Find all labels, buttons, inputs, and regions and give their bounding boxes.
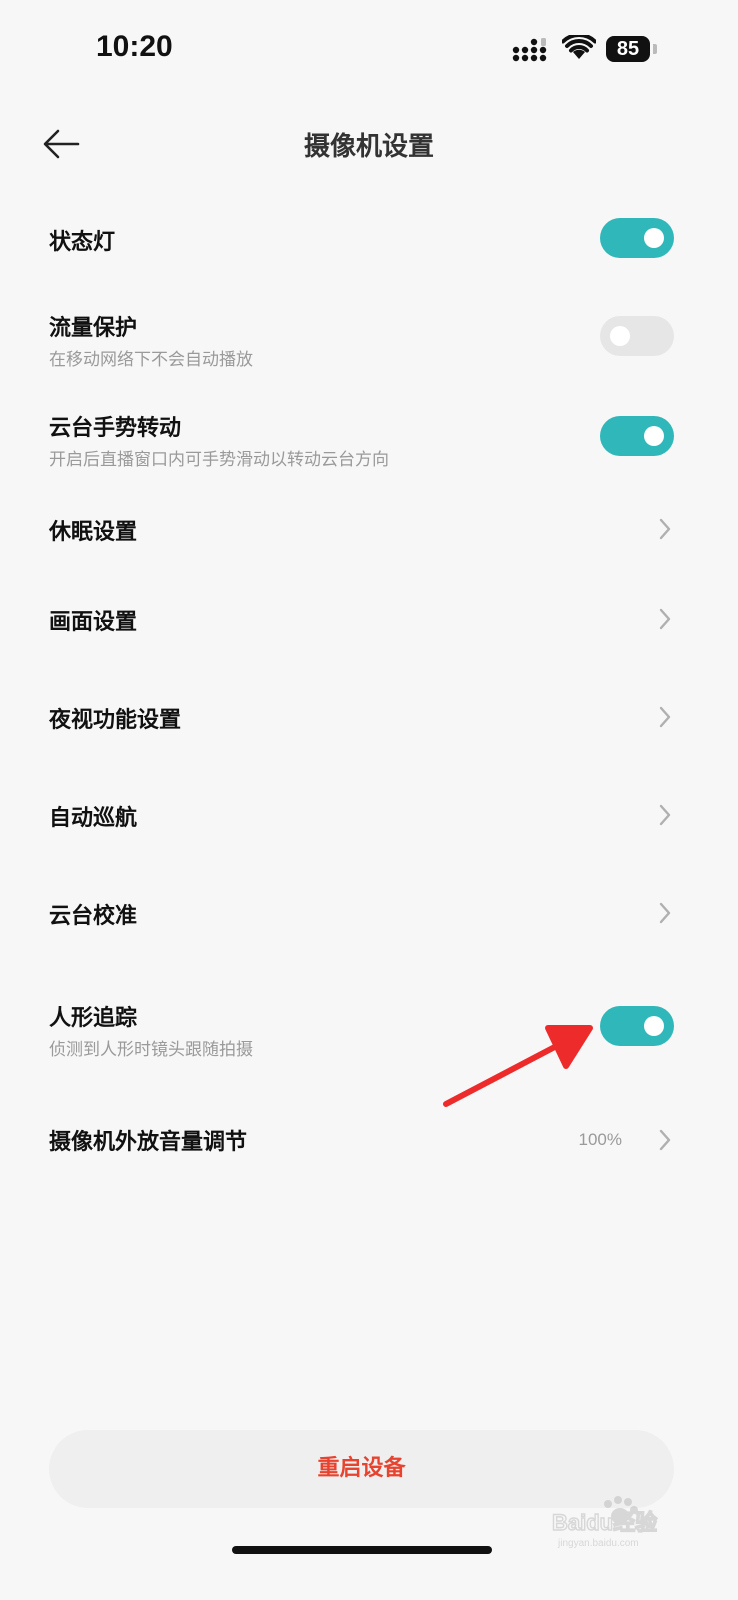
toggle-knob — [644, 228, 664, 248]
watermark-text: Baidu经验 — [552, 1510, 657, 1535]
setting-subtitle: 在移动网络下不会自动播放 — [49, 350, 253, 370]
setting-subtitle: 开启后直播窗口内可手势滑动以转动云台方向 — [49, 450, 389, 470]
human-tracking-toggle[interactable] — [600, 1006, 674, 1046]
setting-subtitle: 侦测到人形时镜头跟随拍摄 — [49, 1040, 253, 1060]
wifi-icon — [562, 35, 596, 59]
battery-level: 85 — [606, 36, 650, 62]
chevron-right-icon — [659, 706, 671, 728]
watermark-url: jingyan.baidu.com — [557, 1538, 639, 1549]
setting-row-gimbal-gesture[interactable]: 云台手势转动 开启后直播窗口内可手势滑动以转动云台方向 — [0, 400, 738, 480]
setting-row-auto-cruise[interactable]: 自动巡航 — [0, 786, 738, 846]
setting-title: 状态灯 — [49, 230, 116, 255]
setting-title: 人形追踪 — [49, 1006, 138, 1031]
setting-row-night-vision[interactable]: 夜视功能设置 — [0, 688, 738, 748]
setting-row-data-protection[interactable]: 流量保护 在移动网络下不会自动播放 — [0, 300, 738, 380]
toggle-knob — [644, 1016, 664, 1036]
setting-row-status-light[interactable]: 状态灯 — [0, 210, 738, 270]
baidu-jingyan-watermark: Baidu经验 jingyan.baidu.com — [551, 1496, 658, 1549]
volume-value: 100% — [578, 1130, 622, 1149]
chevron-right-icon — [659, 518, 671, 540]
setting-title: 自动巡航 — [49, 806, 138, 831]
setting-title: 休眠设置 — [49, 520, 138, 545]
toggle-knob — [644, 426, 664, 446]
toggle-knob — [610, 326, 630, 346]
setting-row-speaker-volume[interactable]: 摄像机外放音量调节 100% — [0, 1110, 738, 1170]
setting-title: 夜视功能设置 — [49, 708, 182, 733]
gimbal-gesture-toggle[interactable] — [600, 416, 674, 456]
status-light-toggle[interactable] — [600, 218, 674, 258]
setting-row-sleep[interactable]: 休眠设置 — [0, 500, 738, 560]
status-bar: 10:20 85 — [0, 0, 738, 100]
setting-title: 画面设置 — [49, 610, 138, 635]
setting-title: 摄像机外放音量调节 — [49, 1130, 248, 1155]
setting-title: 云台校准 — [49, 904, 138, 929]
setting-row-gimbal-calibration[interactable]: 云台校准 — [0, 884, 738, 944]
chevron-right-icon — [659, 902, 671, 924]
status-time: 10:20 — [96, 30, 173, 63]
setting-row-picture[interactable]: 画面设置 — [0, 590, 738, 650]
setting-title: 云台手势转动 — [49, 416, 182, 441]
chevron-right-icon — [659, 608, 671, 630]
chevron-right-icon — [659, 1129, 671, 1151]
setting-title: 流量保护 — [49, 316, 138, 341]
setting-row-human-tracking[interactable]: 人形追踪 侦测到人形时镜头跟随拍摄 — [0, 990, 738, 1070]
battery-cap — [653, 44, 657, 54]
nav-bar: 摄像机设置 — [0, 112, 738, 176]
home-indicator — [232, 1546, 492, 1554]
data-protection-toggle[interactable] — [600, 316, 674, 356]
page-title: 摄像机设置 — [303, 132, 434, 162]
annotation-arrow-icon — [443, 1025, 593, 1107]
chevron-right-icon — [659, 804, 671, 826]
cellular-signal-icon — [512, 38, 547, 62]
